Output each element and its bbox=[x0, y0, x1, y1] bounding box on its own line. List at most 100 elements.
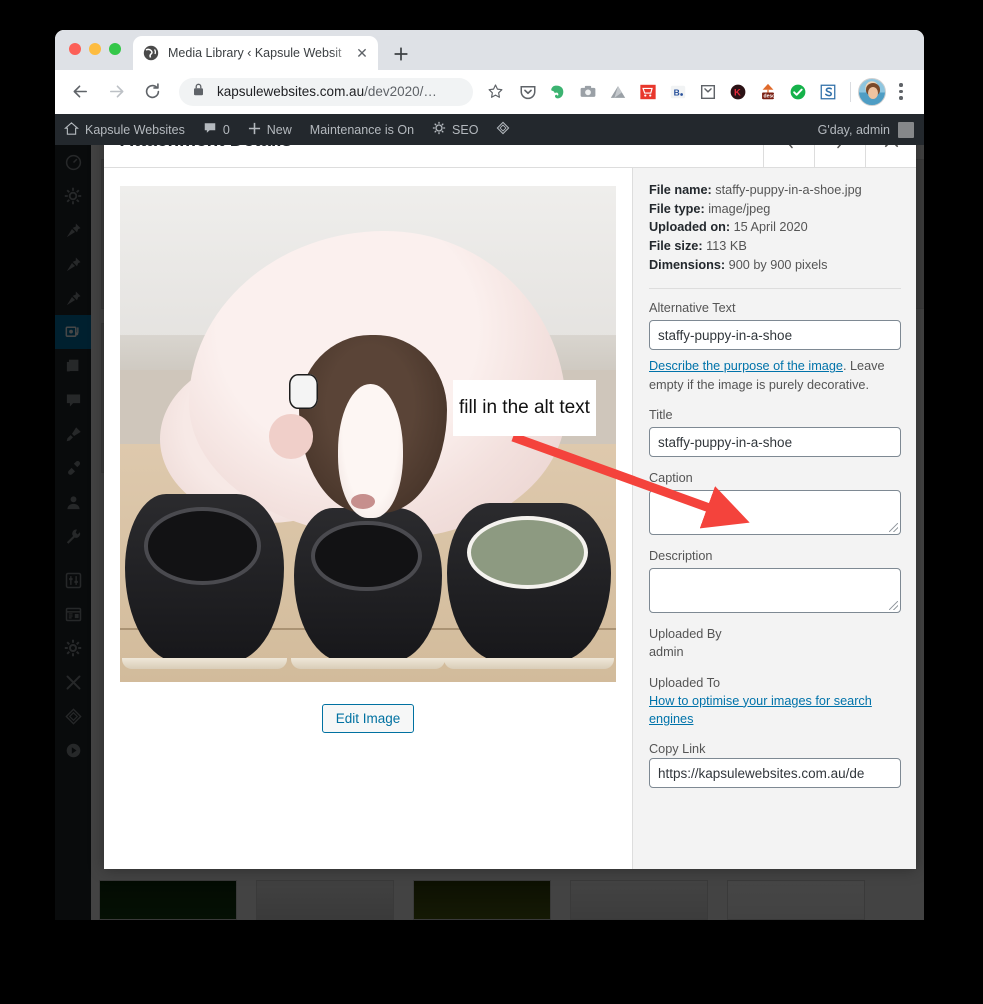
caption-label: Caption bbox=[649, 471, 693, 486]
modal-body: Edit Image fill in the alt text File nam… bbox=[104, 168, 916, 869]
shopping-cart-extension-icon[interactable] bbox=[633, 78, 663, 106]
uploaded-to-label: Uploaded To bbox=[649, 675, 721, 690]
attachment-preview-pane: Edit Image fill in the alt text bbox=[104, 168, 750, 869]
alt-text-help: Describe the purpose of the image. Leave… bbox=[649, 357, 901, 394]
edit-image-button[interactable]: Edit Image bbox=[321, 704, 415, 733]
uploaded-to-link[interactable]: How to optimise your images for search e… bbox=[649, 694, 872, 726]
new-tab-button[interactable] bbox=[388, 41, 414, 67]
uploaded-by-block: Uploaded By admin bbox=[649, 627, 901, 661]
comment-bubble-icon bbox=[203, 121, 217, 138]
detail-file-size-value: 113 KB bbox=[706, 239, 747, 254]
photo-shoe-left bbox=[121, 493, 287, 669]
back-arrow-icon[interactable] bbox=[65, 77, 95, 107]
browser-toolbar: kapsulewebsites.com.au/dev2020/… B K des… bbox=[55, 70, 924, 114]
caption-textarea[interactable] bbox=[649, 490, 901, 536]
describe-purpose-link[interactable]: Describe the purpose of the image bbox=[649, 359, 843, 373]
photo-shoe-right bbox=[444, 503, 614, 669]
booking-extension-icon[interactable]: B bbox=[663, 78, 693, 106]
close-window-button[interactable] bbox=[69, 43, 81, 55]
detail-uploaded-on-value: 15 April 2020 bbox=[733, 220, 808, 235]
browser-tab[interactable]: Media Library ‹ Kapsule Websit ✕ bbox=[133, 36, 378, 70]
browser-tab-title: Media Library ‹ Kapsule Websit bbox=[168, 46, 342, 60]
adminbar-site-name: Kapsule Websites bbox=[85, 122, 185, 137]
adminbar-new[interactable]: New bbox=[239, 114, 301, 145]
uploaded-by-value: admin bbox=[649, 645, 684, 660]
forward-arrow-icon[interactable] bbox=[101, 77, 131, 107]
modal-header: Attachment Details bbox=[104, 145, 916, 168]
grammar-check-extension-icon[interactable] bbox=[783, 78, 813, 106]
title-field-block: Title staffy-puppy-in-a-shoe bbox=[649, 408, 901, 458]
copy-link-input[interactable]: https://kapsulewebsites.com.au/de bbox=[649, 758, 901, 789]
wordpress-admin-body: Attachment Details bbox=[55, 145, 924, 920]
photo-shoe-middle bbox=[290, 508, 446, 669]
evernote-extension-icon[interactable] bbox=[543, 78, 573, 106]
adminbar-comments[interactable]: 0 bbox=[194, 114, 239, 145]
globe-icon bbox=[143, 45, 159, 61]
google-drive-extension-icon[interactable] bbox=[603, 78, 633, 106]
uploaded-by-label: Uploaded By bbox=[649, 627, 722, 642]
address-bar[interactable]: kapsulewebsites.com.au/dev2020/… bbox=[179, 77, 473, 106]
previous-attachment-button[interactable] bbox=[763, 145, 814, 168]
alt-text-field-block: Alternative Text staffy-puppy-in-a-shoe … bbox=[649, 301, 901, 394]
adminbar-seo[interactable]: SEO bbox=[423, 114, 487, 145]
detail-file-size-label: File size: bbox=[649, 239, 703, 254]
svg-text:K: K bbox=[734, 87, 741, 98]
detail-dimensions-value: 900 by 900 pixels bbox=[728, 257, 828, 272]
close-icon[interactable]: ✕ bbox=[354, 45, 370, 61]
description-field-block: Description bbox=[649, 549, 901, 614]
detail-uploaded-on: Uploaded on: 15 April 2020 bbox=[649, 218, 901, 237]
detail-file-name-label: File name: bbox=[649, 183, 712, 197]
photo-skull-bead bbox=[288, 374, 319, 410]
adminbar-greeting: G'day, admin bbox=[817, 122, 890, 137]
detail-file-name: File name: staffy-puppy-in-a-shoe.jpg bbox=[649, 181, 901, 200]
alt-text-label: Alternative Text bbox=[649, 301, 736, 316]
title-input[interactable]: staffy-puppy-in-a-shoe bbox=[649, 427, 901, 458]
detail-file-size: File size: 113 KB bbox=[649, 237, 901, 256]
maximize-window-button[interactable] bbox=[109, 43, 121, 55]
photo-puppy-paw bbox=[268, 414, 314, 459]
minimize-window-button[interactable] bbox=[89, 43, 101, 55]
url-domain: kapsulewebsites.com.au bbox=[217, 84, 365, 99]
page-title: Attachment Details bbox=[104, 145, 292, 152]
detail-file-type-value: image/jpeg bbox=[708, 201, 771, 216]
star-icon[interactable] bbox=[483, 80, 507, 104]
adminbar-account[interactable]: G'day, admin bbox=[817, 121, 924, 138]
browser-extensions: B K desc bbox=[513, 77, 914, 106]
svg-text:desc: desc bbox=[764, 93, 776, 99]
three-dot-menu-icon[interactable] bbox=[888, 78, 914, 106]
description-label: Description bbox=[649, 549, 713, 564]
kindle-extension-icon[interactable]: K bbox=[723, 78, 753, 106]
pocket-extension-icon[interactable] bbox=[513, 78, 543, 106]
detail-dimensions-label: Dimensions: bbox=[649, 257, 726, 272]
adminbar-maintenance-label: Maintenance is On bbox=[309, 122, 415, 137]
detail-file-type-label: File type: bbox=[649, 201, 705, 216]
adminbar-extra[interactable] bbox=[487, 114, 519, 145]
sitebulb-extension-icon[interactable] bbox=[813, 78, 843, 106]
adminbar-site-home[interactable]: Kapsule Websites bbox=[55, 114, 194, 145]
browser-window: Media Library ‹ Kapsule Websit ✕ kapsule… bbox=[55, 30, 924, 920]
seo-gear-icon bbox=[432, 121, 446, 138]
adminbar-comments-count: 0 bbox=[222, 122, 230, 137]
profile-avatar-icon[interactable] bbox=[858, 77, 886, 106]
detail-file-name-value: staffy-puppy-in-a-shoe.jpg bbox=[715, 183, 862, 197]
description-textarea[interactable] bbox=[649, 568, 901, 614]
panel-divider bbox=[649, 288, 901, 290]
edit-image-row: Edit Image bbox=[120, 704, 616, 733]
next-attachment-button[interactable] bbox=[814, 145, 865, 168]
close-modal-button[interactable] bbox=[865, 145, 916, 168]
adminbar-seo-label: SEO bbox=[452, 122, 479, 137]
toolbar-divider bbox=[850, 81, 851, 102]
copy-link-block: Copy Link https://kapsulewebsites.com.au… bbox=[649, 742, 901, 789]
user-avatar-icon bbox=[898, 121, 914, 138]
window-traffic-lights bbox=[69, 43, 121, 55]
plus-icon bbox=[248, 122, 261, 138]
wordpress-admin-bar: Kapsule Websites 0 New Maintenance is On bbox=[55, 114, 924, 145]
inbox-extension-icon[interactable] bbox=[693, 78, 723, 106]
screenshot-camera-extension-icon[interactable] bbox=[573, 78, 603, 106]
alt-text-input[interactable]: staffy-puppy-in-a-shoe bbox=[649, 320, 901, 351]
caption-field-block: Caption bbox=[649, 471, 901, 536]
url-path: /dev2020/… bbox=[364, 84, 437, 99]
reload-icon[interactable] bbox=[137, 77, 167, 107]
desc-lamp-extension-icon[interactable]: desc bbox=[753, 78, 783, 106]
adminbar-maintenance[interactable]: Maintenance is On bbox=[301, 114, 423, 145]
